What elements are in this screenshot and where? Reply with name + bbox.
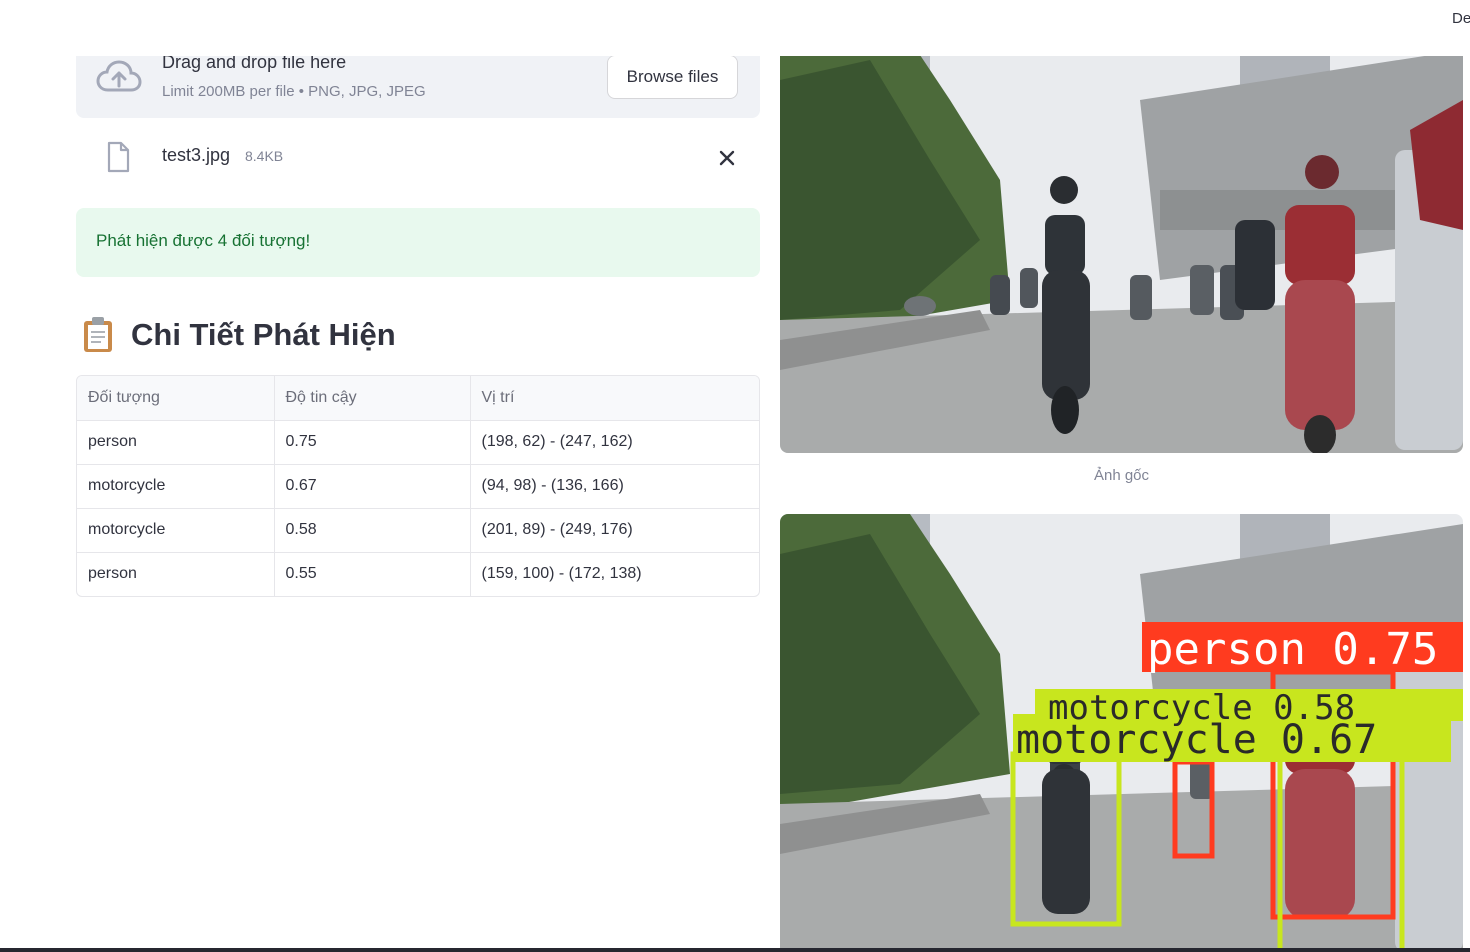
success-alert: Phát hiện được 4 đối tượng! bbox=[76, 208, 760, 277]
column-header[interactable]: Độ tin cậy bbox=[274, 376, 471, 421]
column-header[interactable]: Đối tượng bbox=[77, 376, 275, 421]
table-cell: motorcycle bbox=[77, 464, 275, 509]
table-cell: (198, 62) - (247, 162) bbox=[470, 420, 759, 465]
table-cell: 0.55 bbox=[274, 552, 471, 596]
original-image-caption: Ảnh gốc bbox=[1093, 467, 1150, 484]
table-cell: 0.75 bbox=[274, 420, 471, 465]
cloud-upload-icon bbox=[96, 60, 142, 92]
annotated-street-photo: motorcycle 0.58 person 0.75 motorcycle 0… bbox=[780, 514, 1463, 952]
uploaded-file-row: test3.jpg 8.4KB bbox=[76, 135, 760, 183]
table-cell: (94, 98) - (136, 166) bbox=[470, 464, 759, 509]
table-cell: person bbox=[77, 552, 275, 596]
detection-result-image: motorcycle 0.58 person 0.75 motorcycle 0… bbox=[780, 514, 1463, 952]
table-row: motorcycle 0.58 (201, 89) - (249, 176) bbox=[77, 508, 759, 553]
table-row: motorcycle 0.67 (94, 98) - (136, 166) bbox=[77, 464, 759, 509]
table-header-row: Đối tượng Độ tin cậy Vị trí bbox=[77, 376, 759, 421]
table-cell: (201, 89) - (249, 176) bbox=[470, 508, 759, 553]
detection-table: Đối tượng Độ tin cậy Vị trí person 0.75 … bbox=[76, 375, 760, 597]
table-cell: person bbox=[77, 420, 275, 465]
success-message: Phát hiện được 4 đối tượng! bbox=[96, 231, 311, 250]
table-cell: motorcycle bbox=[77, 508, 275, 553]
browse-files-button[interactable]: Browse files bbox=[607, 55, 738, 99]
column-header[interactable]: Vị trí bbox=[470, 376, 759, 421]
table-row: person 0.55 (159, 100) - (172, 138) bbox=[77, 552, 759, 596]
deploy-button[interactable]: Deploy bbox=[1452, 10, 1470, 27]
table-row: person 0.75 (198, 62) - (247, 162) bbox=[77, 420, 759, 465]
detection-label: motorcycle 0.67 bbox=[1016, 717, 1377, 763]
section-title: Chi Tiết Phát Hiện bbox=[131, 317, 396, 352]
table-cell: (159, 100) - (172, 138) bbox=[481, 565, 642, 583]
file-name: test3.jpg bbox=[162, 145, 231, 165]
original-image bbox=[780, 40, 1463, 453]
detection-label: person 0.75 bbox=[1147, 624, 1438, 675]
section-heading: Chi Tiết Phát Hiện bbox=[82, 312, 396, 358]
top-bar: Deploy bbox=[0, 0, 1470, 56]
table-cell: 0.58 bbox=[274, 508, 471, 553]
dropzone-limit: Limit 200MB per file • PNG, JPG, JPEG bbox=[162, 83, 426, 100]
close-icon[interactable] bbox=[716, 147, 738, 169]
table-cell: 0.67 bbox=[274, 464, 471, 509]
file-icon bbox=[107, 141, 130, 173]
bottom-edge bbox=[0, 948, 1470, 952]
clipboard-icon bbox=[84, 317, 112, 352]
street-photo bbox=[780, 40, 1463, 453]
file-size: 8.4KB bbox=[245, 148, 284, 164]
